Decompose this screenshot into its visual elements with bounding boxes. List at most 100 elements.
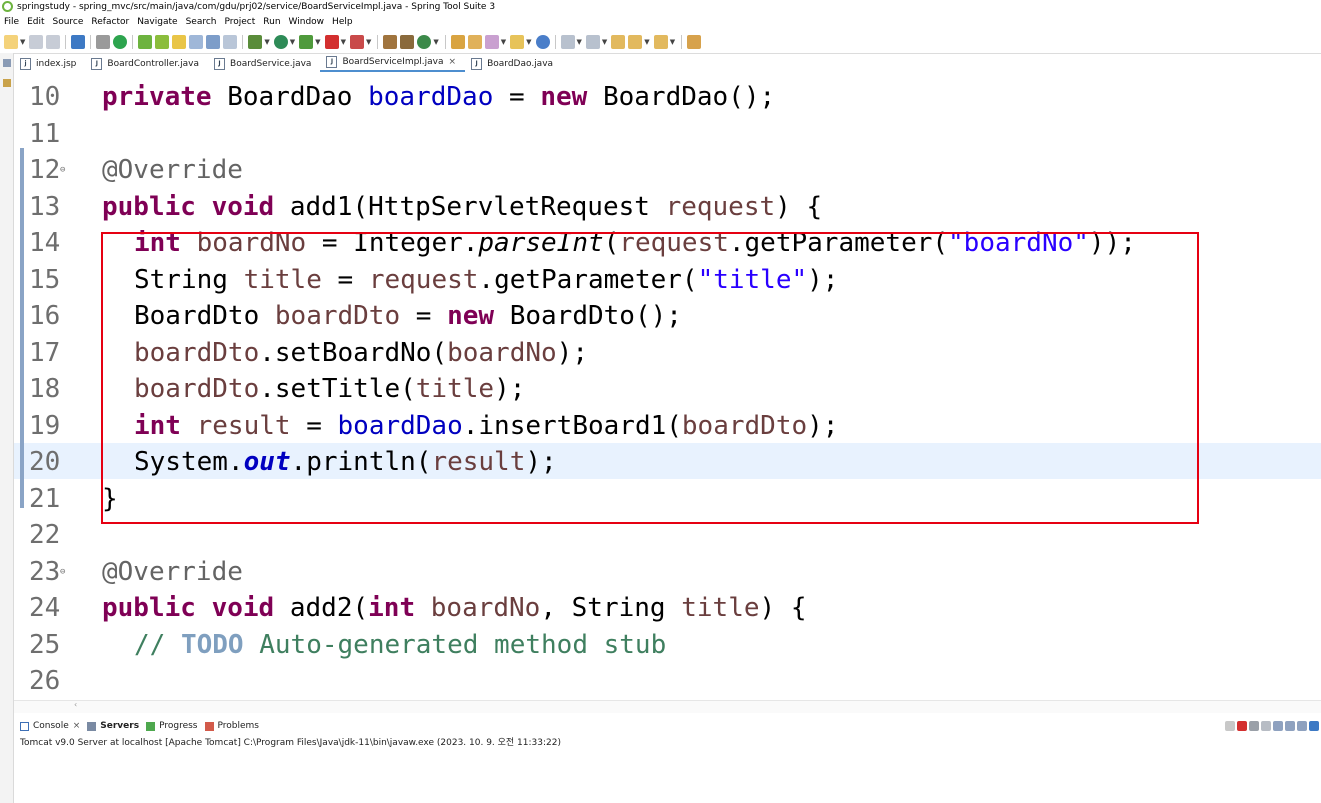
menu-search[interactable]: Search — [182, 17, 221, 27]
open-folder-dropdown-icon[interactable]: ▼ — [526, 38, 531, 46]
clear-console-icon[interactable] — [1273, 721, 1283, 731]
close-tab-icon[interactable]: × — [73, 721, 81, 731]
open-task-icon[interactable] — [467, 35, 482, 49]
next-annotation-icon[interactable] — [560, 35, 575, 49]
tab-board-service[interactable]: J BoardService.java — [208, 56, 320, 72]
menu-bar: File Edit Source Refactor Navigate Searc… — [0, 13, 1321, 30]
save-all-icon[interactable] — [46, 35, 61, 49]
tab-progress[interactable]: Progress — [146, 721, 198, 731]
back-icon[interactable] — [628, 35, 643, 49]
run-dropdown-icon[interactable]: ▼ — [290, 38, 295, 46]
spring-tool-suite-icon — [2, 1, 13, 12]
tab-label: Problems — [217, 721, 259, 731]
line-number: 26 — [29, 666, 61, 696]
spring-icon[interactable] — [155, 35, 170, 49]
menu-help[interactable]: Help — [328, 17, 357, 27]
new-dropdown-icon[interactable]: ▼ — [20, 38, 25, 46]
console-output-area[interactable] — [14, 748, 1321, 803]
previous-annotation-dropdown-icon[interactable]: ▼ — [602, 38, 607, 46]
tab-board-service-impl[interactable]: J BoardServiceImpl.java × — [320, 54, 466, 72]
menu-window[interactable]: Window — [285, 17, 329, 27]
tab-index-jsp[interactable]: j index.jsp — [14, 56, 85, 72]
debug-icon[interactable] — [248, 35, 263, 49]
tab-board-controller[interactable]: J BoardController.java — [85, 56, 208, 72]
debug-dropdown-icon[interactable]: ▼ — [264, 38, 269, 46]
stop-icon[interactable] — [324, 35, 339, 49]
forward-icon[interactable] — [653, 35, 668, 49]
restore-icon[interactable] — [3, 59, 11, 67]
console-status-line: Tomcat v9.0 Server at localhost [Apache … — [20, 738, 561, 748]
skip-breakpoints-icon[interactable] — [96, 35, 111, 49]
spring-boot-dashboard-icon[interactable] — [113, 35, 128, 49]
menu-run[interactable]: Run — [259, 17, 284, 27]
terminal-icon[interactable] — [71, 35, 86, 49]
line-number: 16 — [29, 301, 61, 331]
tab-board-dao[interactable]: J BoardDao.java — [465, 56, 562, 72]
last-edit-location-icon[interactable] — [611, 35, 626, 49]
tab-problems[interactable]: Problems — [204, 721, 259, 731]
remove-all-icon[interactable] — [1261, 721, 1271, 731]
open-type-icon[interactable] — [450, 35, 465, 49]
pilcrow-icon[interactable] — [223, 35, 238, 49]
remove-launch-icon[interactable] — [1249, 721, 1259, 731]
terminate-icon[interactable] — [1237, 721, 1247, 731]
pin-editor-icon[interactable] — [687, 35, 702, 49]
menu-edit[interactable]: Edit — [23, 17, 48, 27]
save-icon[interactable] — [29, 35, 44, 49]
code-text: @Override — [102, 155, 243, 185]
jsp-file-icon: j — [20, 58, 31, 70]
coverage-dropdown-icon[interactable]: ▼ — [315, 38, 320, 46]
menu-navigate[interactable]: Navigate — [133, 17, 181, 27]
search-dropdown-icon[interactable]: ▼ — [501, 38, 506, 46]
toolbar: ▼ ▼ ▼ ▼ ▼ ▼ ▼ ▼ ▼ ▼ ▼ ▼ ▼ — [0, 31, 1321, 54]
external-tools-icon[interactable] — [349, 35, 364, 49]
menu-refactor[interactable]: Refactor — [87, 17, 133, 27]
open-folder-icon[interactable] — [510, 35, 525, 49]
code-editor[interactable]: 10 private BoardDao boardDao = new BoardD… — [14, 73, 1321, 700]
refresh-icon[interactable] — [138, 35, 153, 49]
new-class-icon[interactable] — [417, 35, 432, 49]
highlight-icon[interactable] — [172, 35, 187, 49]
globe-icon[interactable] — [535, 35, 550, 49]
block-selection-icon[interactable] — [189, 35, 204, 49]
tab-label: index.jsp — [36, 59, 77, 69]
menu-file[interactable]: File — [0, 17, 23, 27]
package-explorer-icon[interactable] — [3, 79, 11, 87]
servers-icon — [87, 721, 97, 731]
run-icon[interactable] — [273, 35, 288, 49]
code-line: 13 public void add1(HttpServletRequest re… — [14, 189, 1321, 225]
close-tab-icon[interactable]: × — [449, 57, 457, 67]
back-dropdown-icon[interactable]: ▼ — [644, 38, 649, 46]
scroll-lock-icon[interactable] — [1285, 721, 1295, 731]
scroll-left-icon[interactable]: ‹ — [74, 700, 77, 709]
menu-project[interactable]: Project — [220, 17, 259, 27]
external-tools-dropdown-icon[interactable]: ▼ — [366, 38, 371, 46]
next-annotation-dropdown-icon[interactable]: ▼ — [577, 38, 582, 46]
horizontal-scrollbar[interactable]: ‹ — [14, 700, 1321, 713]
display-console-icon[interactable] — [1309, 721, 1319, 731]
coverage-icon[interactable] — [299, 35, 314, 49]
search-icon[interactable] — [484, 35, 499, 49]
fold-toggle-icon[interactable]: ⊖ — [60, 152, 65, 188]
word-wrap-icon[interactable] — [1297, 721, 1307, 731]
new-java-class-icon[interactable] — [400, 35, 415, 49]
java-file-icon: J — [326, 56, 338, 68]
fold-toggle-icon[interactable]: ⊖ — [60, 554, 65, 590]
previous-annotation-icon[interactable] — [585, 35, 600, 49]
show-whitespace-icon[interactable] — [206, 35, 221, 49]
new-icon[interactable] — [4, 35, 18, 49]
menu-source[interactable]: Source — [49, 17, 88, 27]
tab-label: BoardServiceImpl.java — [342, 57, 444, 67]
code-text: public void add2(int boardNo, String tit… — [102, 593, 807, 623]
line-number: 10 — [29, 82, 61, 112]
new-java-package-icon[interactable] — [383, 35, 398, 49]
stop-dropdown-icon[interactable]: ▼ — [341, 38, 346, 46]
tab-console[interactable]: Console × — [20, 721, 80, 731]
java-file-icon: J — [214, 58, 226, 70]
line-number: 20 — [29, 447, 61, 477]
forward-dropdown-icon[interactable]: ▼ — [670, 38, 675, 46]
tab-servers[interactable]: Servers — [87, 721, 139, 731]
code-line: 26 — [14, 663, 1321, 699]
new-class-dropdown-icon[interactable]: ▼ — [433, 38, 438, 46]
pin-console-icon[interactable] — [1225, 721, 1235, 731]
